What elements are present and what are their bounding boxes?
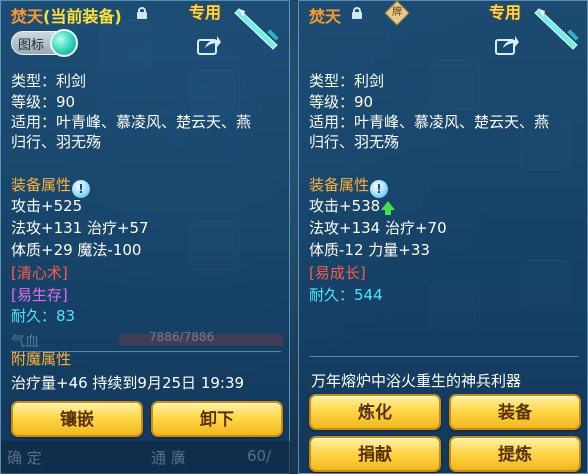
fit-line-1: 适用：叶青峰、慕凌风、楚云天、燕 — [11, 113, 252, 131]
share-icon[interactable] — [197, 34, 221, 56]
background-hp-strip: 气血 7886/7886 — [11, 330, 283, 350]
attr-title: 装备属性! — [11, 175, 91, 198]
attr-line-2: 法攻+134 治疗+70 — [309, 219, 447, 237]
fit-line-2: 归行、羽无殇 — [11, 133, 102, 151]
equipped-item-panel: 焚天(当前装备) 专用 图标 类型：利剑 等级：90 适用：叶青峰、慕凌风、楚云… — [0, 0, 291, 474]
equip-button[interactable]: 装备 — [449, 394, 581, 430]
extract-button[interactable]: 提炼 — [449, 436, 581, 472]
type-line: 类型：利剑 — [11, 72, 87, 90]
donate-button[interactable]: 捐献 — [309, 436, 441, 472]
icon-toggle[interactable]: 图标 — [11, 29, 78, 57]
attr-title: 装备属性! — [309, 175, 389, 198]
sword-icon — [534, 8, 579, 50]
level-line: 等级：90 — [309, 93, 374, 111]
enchant-title: 附魔属性 — [11, 350, 72, 368]
item-name: 焚天(当前装备) — [11, 7, 122, 26]
exclusive-label: 专用 — [189, 3, 222, 22]
level-line: 等级：90 — [11, 93, 76, 111]
up-arrow-icon — [381, 201, 396, 215]
special-skill-1: [清心术] — [11, 264, 68, 282]
divider — [309, 356, 579, 357]
lock-icon — [137, 7, 147, 19]
exclusive-label: 专用 — [489, 3, 522, 22]
attr-line-2: 法攻+131 治疗+57 — [11, 219, 149, 237]
sword-icon — [234, 8, 279, 50]
share-icon[interactable] — [495, 34, 519, 56]
durability-line: 耐久：83 — [11, 307, 76, 325]
special-skill-1: [易成长] — [309, 264, 366, 282]
durability-line: 耐久：544 — [309, 286, 383, 304]
item-description: 万年熔炉中浴火重生的神兵利器 — [311, 372, 522, 390]
enchant-line: 治疗量+46 持续到9月25日 19:39 — [11, 374, 245, 392]
special-skill-2: [易生存] — [11, 286, 68, 304]
attr-line-1: 攻击+538 — [309, 196, 396, 216]
fit-line-1: 适用：叶青峰、慕凌风、楚云天、燕 — [309, 113, 550, 131]
type-line: 类型：利剑 — [309, 72, 385, 90]
compare-item-panel: 焚天 牌 专用 类型：利剑 等级：90 适用：叶青峰、慕凌风、楚云天、燕 归行、… — [298, 0, 588, 474]
attr-line-3: 体质+29 魔法-100 — [11, 241, 142, 259]
inlay-button[interactable]: 镶嵌 — [11, 401, 143, 437]
lock-icon — [352, 7, 362, 19]
fit-line-2: 归行、羽无殇 — [309, 133, 400, 151]
toggle-label: 图标 — [18, 38, 45, 53]
unequip-button[interactable]: 卸下 — [151, 401, 283, 437]
attr-line-1: 攻击+525 — [11, 197, 83, 215]
toggle-knob — [50, 29, 78, 57]
bind-badge-icon: 牌 — [384, 0, 410, 26]
background-bottom-strip: 确 定 通 廣 60/ — [1, 441, 291, 474]
item-name: 焚天 — [309, 7, 342, 26]
durability-value: 83 — [56, 307, 76, 325]
current-equip-tag: (当前装备) — [43, 7, 122, 26]
refine-button[interactable]: 炼化 — [309, 394, 441, 430]
attr-line-3: 体质-12 力量+33 — [309, 241, 430, 259]
durability-value: 544 — [354, 286, 383, 304]
